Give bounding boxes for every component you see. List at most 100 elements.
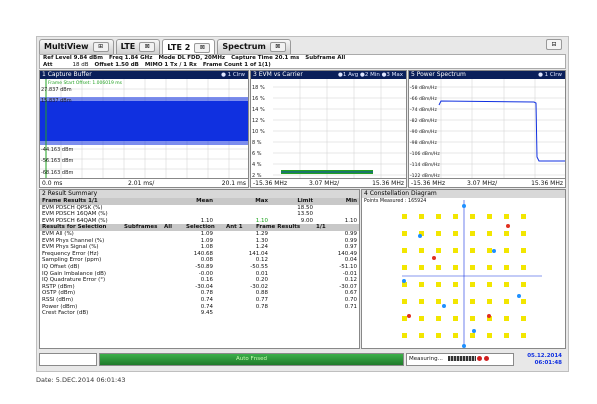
col-header: Mean — [170, 198, 215, 205]
power-spectrum-panel[interactable]: 5 Power Spectrum ● 1 Clrw -58 dBm/Hz -66 … — [408, 70, 566, 188]
table-header: Results for Selection Subframes All Sele… — [40, 224, 359, 231]
constellation-point — [504, 299, 509, 304]
constellation-point — [402, 265, 407, 270]
constellation-point — [436, 282, 441, 287]
constellation-point — [419, 282, 424, 287]
constellation-point — [521, 214, 526, 219]
cell: 0.99 — [344, 230, 357, 237]
cell — [170, 205, 215, 212]
table-row: IQ Offset (dB) -50.89 -50.55 -51.10 — [40, 264, 359, 271]
selection-results-table: Results for Selection Subframes All Sele… — [40, 224, 359, 231]
cell — [215, 205, 270, 212]
x-axis: 0.0 ms 2.01 ms/ 20.1 ms — [40, 178, 248, 187]
x-div: 3.07 MHz/ — [309, 180, 340, 187]
constellation-point — [504, 316, 509, 321]
tab-lte[interactable]: LTE ⊠ — [115, 39, 161, 54]
cell: 1.10 — [344, 217, 357, 224]
y-label: -56.163 dBm — [41, 158, 73, 164]
capture-plot[interactable]: Frame Start Offset: 1.006019 ms 27.837 d… — [40, 79, 249, 180]
constellation-point — [402, 316, 407, 321]
cell: 1.10 — [200, 217, 213, 224]
cell — [215, 211, 270, 218]
constellation-panel[interactable]: 4 Constellation Diagram Points Measured … — [361, 189, 566, 349]
constellation-point — [419, 214, 424, 219]
attenuation[interactable]: 18 dB — [73, 62, 89, 69]
y-label: -82 dBm/Hz — [410, 118, 438, 124]
constellation-point — [470, 231, 475, 236]
result-summary-panel[interactable]: 2 Result Summary Frame Results 1/1 Mean … — [39, 189, 360, 349]
record-icon — [484, 356, 490, 361]
constellation-point — [453, 265, 458, 270]
constellation-point — [521, 265, 526, 270]
cell: 1.29 — [255, 230, 268, 237]
table-row: Power (dBm) 0.74 0.78 0.71 — [40, 304, 359, 311]
row-label: IQ Offset (dB) — [42, 263, 80, 270]
frame-start-label: Frame Start Offset: 1.006019 ms — [48, 80, 123, 86]
cell: 9.45 — [200, 310, 213, 317]
x-axis: -15.36 MHz 3.07 MHz/ 15.36 MHz — [409, 178, 565, 187]
time-text: 06:01:48 — [534, 359, 562, 366]
subframe[interactable]: Subframe All — [305, 55, 345, 62]
cell: 0.71 — [344, 303, 357, 310]
tab-spectrum[interactable]: Spectrum ⊠ — [217, 39, 291, 54]
y-label: 16 % — [252, 96, 265, 102]
power-plot[interactable]: -58 dBm/Hz -66 dBm/Hz -74 dBm/Hz -82 dBm… — [409, 79, 566, 180]
cell: 1.09 — [200, 230, 213, 237]
constellation-point — [419, 299, 424, 304]
constellation-point — [470, 333, 475, 338]
close-icon[interactable]: ⊠ — [139, 42, 156, 52]
panel-title: 3 EVM vs Carrier ●1 Avg ●2 Min ●3 Max — [251, 71, 406, 79]
offset[interactable]: Offset 1.50 dB — [95, 62, 139, 69]
att-label: Att — [43, 61, 53, 68]
constellation-point — [487, 299, 492, 304]
parameter-bar[interactable]: Ref Level 9.84 dBm Freq 1.84 GHz Mode DL… — [39, 54, 566, 69]
close-icon[interactable]: ⊠ — [194, 43, 211, 53]
cell: 0.12 — [255, 257, 268, 264]
record-icon — [477, 356, 483, 361]
screenshot-caption: Date: 5.DEC.2014 06:01:43 — [36, 376, 126, 384]
constellation-point — [487, 333, 492, 338]
mimo[interactable]: MIMO 1 Tx / 1 Rx — [145, 62, 197, 69]
row-label: RSSI (dBm) — [42, 296, 74, 303]
constellation-point — [487, 265, 492, 270]
constellation-plot[interactable] — [362, 198, 566, 348]
y-label: 8 % — [252, 140, 262, 146]
y-label: 15.837 dBm — [41, 98, 72, 104]
reference-symbol — [418, 234, 422, 238]
table-row: EVM PDSCH 64QAM (%) 1.10 1.10 9.00 1.10 — [40, 218, 359, 225]
constellation-point — [470, 316, 475, 321]
col-header: Frame Results — [254, 224, 314, 231]
cell: 1.24 — [255, 244, 268, 251]
status-bar: Auto Fnsed Measuring... 05.12.2014 06:01… — [39, 351, 566, 369]
col-header: Limit — [270, 198, 315, 205]
constellation-point — [453, 282, 458, 287]
analyzer-screen: MultiView ⊞ LTE ⊠ LTE 2 ⊠ Spectrum ⊠ ⊟ Ref L… — [36, 36, 569, 372]
frame-results-table: Frame Results 1/1 Mean Max Limit Min EVM… — [40, 198, 359, 224]
cell — [170, 211, 215, 218]
frame-count: Frame Count 1 of 1(1) — [202, 61, 271, 68]
measurement-rows: EVM All (%) 1.09 1.29 0.99 EVM Phys Channel … — [40, 231, 359, 317]
constellation-point — [419, 248, 424, 253]
col-header: Subframes — [122, 224, 162, 231]
tab-multiview[interactable]: MultiView ⊞ — [39, 39, 114, 54]
capture-trace-lows — [40, 141, 248, 145]
cell: 0.88 — [255, 290, 268, 297]
tab-icon[interactable]: ⊞ — [92, 42, 109, 52]
capture-buffer-panel[interactable]: 1 Capture Buffer ● 1 Clrw Frame Start Off… — [39, 70, 249, 188]
tab-label: MultiView — [44, 42, 89, 51]
row-label: Power (dBm) — [42, 303, 78, 310]
window-button[interactable]: ⊟ — [546, 39, 562, 50]
row-label: Crest Factor (dB) — [42, 310, 89, 317]
trace-legend: ● 1 Clrw — [538, 72, 562, 78]
cell: -30.04 — [195, 283, 213, 290]
cell: 0.77 — [255, 296, 268, 303]
row-label: IQ Quadrature Error (°) — [42, 277, 106, 284]
cell: 0.97 — [344, 244, 357, 251]
close-icon[interactable]: ⊠ — [269, 42, 286, 52]
evm-plot[interactable]: 18 % 16 % 14 % 12 % 10 % 8 % 6 % 4 % 2 % — [251, 79, 407, 180]
constellation-point — [504, 333, 509, 338]
table-row: OSTP (dBm) 0.78 0.88 0.67 — [40, 290, 359, 297]
cell: -51.10 — [339, 263, 357, 270]
cell — [270, 310, 315, 317]
evm-vs-carrier-panel[interactable]: 3 EVM vs Carrier ●1 Avg ●2 Min ●3 Max 18 … — [250, 70, 407, 188]
